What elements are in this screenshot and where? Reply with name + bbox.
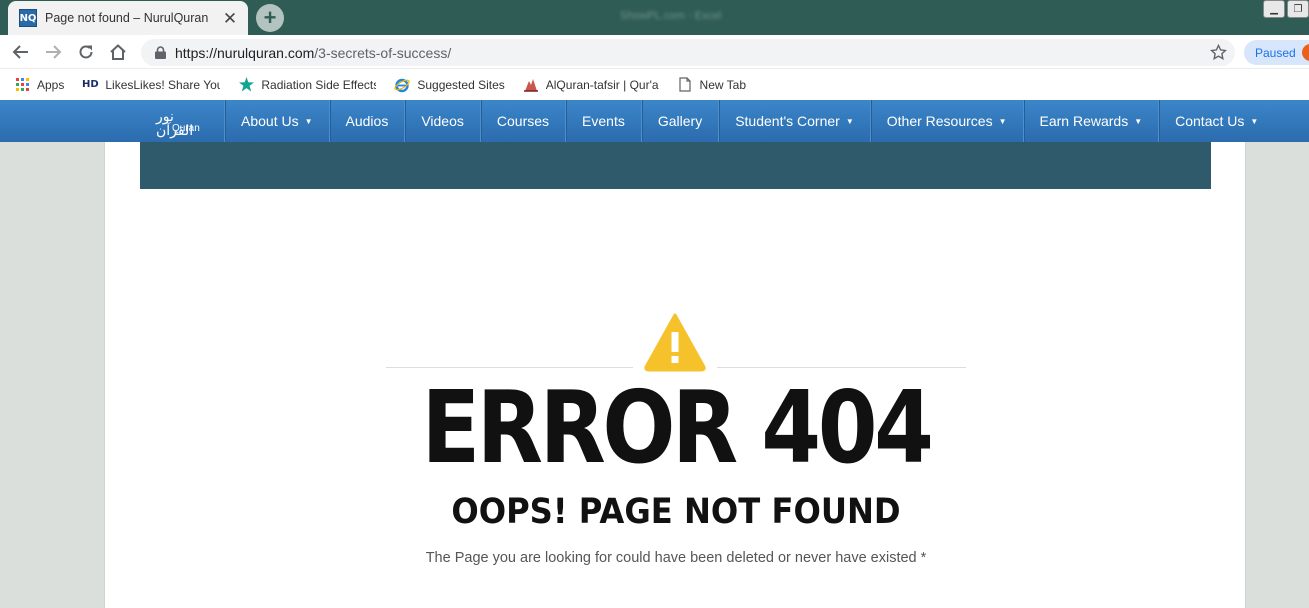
menu-item-label: Other Resources — [886, 113, 993, 129]
page-content: ERROR 404 OOPS! PAGE NOT FOUND The Page … — [104, 142, 1246, 608]
bookmark-label: New Tab — [699, 77, 747, 92]
menu-item-contact-us[interactable]: Contact Us ▼ — [1158, 100, 1274, 142]
menu-item-label: Gallery — [657, 113, 703, 129]
warning-icon — [644, 313, 706, 372]
menu-item-videos[interactable]: Videos — [404, 100, 480, 142]
divider-right — [717, 367, 966, 368]
menu-item-label: Videos — [421, 113, 464, 129]
browser-tab-strip: NQ Page not found – NurulQuran ✕ + ShowP… — [0, 0, 1309, 35]
bookmark-label: AlQuran-tafsir | Qur'a — [545, 77, 659, 92]
site-navbar: نور القرآن Quran About Us ▼ Audios Videos Co… — [0, 100, 1309, 142]
error-title: OOPS! PAGE NOT FOUND — [451, 492, 901, 532]
back-arrow-icon — [12, 45, 28, 59]
lock-icon — [153, 46, 167, 60]
menu-item-gallery[interactable]: Gallery — [640, 100, 718, 142]
bookmark-label: Suggested Sites — [417, 77, 505, 92]
dropdown-caret-icon: ▼ — [304, 116, 313, 126]
menu-item-student-s-corner[interactable]: Student's Corner ▼ — [718, 100, 870, 142]
site-logo[interactable]: نور القرآن Quran — [156, 110, 208, 138]
bookmark-radiation[interactable]: Radiation Side Effects — [238, 77, 376, 93]
hd-icon: HD — [82, 79, 99, 90]
dropdown-caret-icon: ▼ — [998, 116, 1007, 126]
tab-title: Page not found – NurulQuran — [45, 11, 209, 25]
header-banner — [140, 142, 1211, 189]
bookmarks-bar: Apps HD LikesLikes! Share You Radiation … — [0, 69, 1309, 100]
menu-item-about-us[interactable]: About Us ▼ — [224, 100, 329, 142]
star-burst-icon — [238, 77, 254, 93]
minimize-button[interactable]: ▁ — [1263, 0, 1285, 18]
bookmark-star-icon[interactable] — [1210, 44, 1227, 61]
logo-english-text: Quran — [172, 123, 200, 134]
reload-icon — [79, 45, 93, 59]
dropdown-caret-icon: ▼ — [1250, 116, 1259, 126]
bookmark-label: Radiation Side Effects — [261, 77, 377, 92]
window-controls: ▁ ❐ — [1263, 0, 1309, 18]
address-bar[interactable]: https://nurulquran.com/3-secrets-of-succ… — [141, 39, 1235, 66]
url-path: /3-secrets-of-success/ — [314, 44, 452, 61]
browser-toolbar: https://nurulquran.com/3-secrets-of-succ… — [0, 35, 1309, 69]
back-button[interactable] — [9, 40, 33, 64]
site-favicon-icon: NQ — [19, 9, 37, 27]
dropdown-caret-icon: ▼ — [845, 116, 854, 126]
bookmark-suggested-sites[interactable]: Suggested Sites — [394, 77, 505, 93]
forward-arrow-icon — [46, 45, 62, 59]
page-icon — [677, 77, 693, 93]
bookmark-label: LikesLikes! Share You — [105, 77, 221, 92]
ie-icon — [394, 77, 411, 93]
error-code-heading: ERROR 404 — [421, 369, 933, 486]
avatar — [1302, 44, 1309, 61]
profile-paused-button[interactable]: Paused — [1244, 40, 1309, 65]
bookmark-apps[interactable]: Apps — [14, 77, 64, 93]
paused-label: Paused — [1255, 45, 1296, 60]
main-menu: About Us ▼ Audios Videos Courses Events Galler… — [224, 100, 1274, 142]
quran-icon — [523, 77, 539, 93]
error-message: The Page you are looking for could have … — [425, 550, 927, 566]
bookmark-label: Apps — [37, 77, 65, 92]
tab-close-icon[interactable]: ✕ — [222, 10, 238, 27]
menu-item-earn-rewards[interactable]: Earn Rewards ▼ — [1022, 100, 1159, 142]
menu-item-label: Audios — [345, 113, 389, 129]
menu-item-label: Courses — [496, 113, 550, 129]
menu-item-events[interactable]: Events — [565, 100, 641, 142]
new-tab-button[interactable]: + — [256, 4, 284, 32]
apps-grid-icon — [14, 77, 30, 93]
window-title: ShowPL.com - Excel — [620, 10, 722, 22]
url-domain: https://nurulquran.com — [175, 44, 315, 61]
forward-button[interactable] — [41, 40, 65, 64]
home-button[interactable] — [106, 40, 130, 64]
menu-item-courses[interactable]: Courses — [479, 100, 565, 142]
bookmark-alquran-tafsir[interactable]: AlQuran-tafsir | Qur'a — [523, 77, 659, 93]
divider-left — [386, 367, 633, 368]
menu-item-label: Earn Rewards — [1039, 113, 1129, 129]
dropdown-caret-icon: ▼ — [1134, 116, 1143, 126]
bookmark-new-tab[interactable]: New Tab — [677, 77, 746, 93]
home-icon — [110, 44, 126, 60]
menu-item-label: Events — [582, 113, 625, 129]
url-text[interactable]: https://nurulquran.com/3-secrets-of-succ… — [175, 45, 451, 61]
bookmark-likeslikes[interactable]: HD LikesLikes! Share You — [82, 77, 220, 93]
reload-button[interactable] — [74, 40, 98, 64]
menu-item-label: Student's Corner — [735, 113, 840, 129]
browser-tab[interactable]: NQ Page not found – NurulQuran ✕ — [8, 1, 248, 35]
menu-item-label: About Us — [241, 113, 299, 129]
menu-item-other-resources[interactable]: Other Resources ▼ — [869, 100, 1023, 142]
menu-item-audios[interactable]: Audios — [328, 100, 405, 142]
restore-button[interactable]: ❐ — [1287, 0, 1309, 18]
menu-item-label: Contact Us — [1175, 113, 1245, 129]
